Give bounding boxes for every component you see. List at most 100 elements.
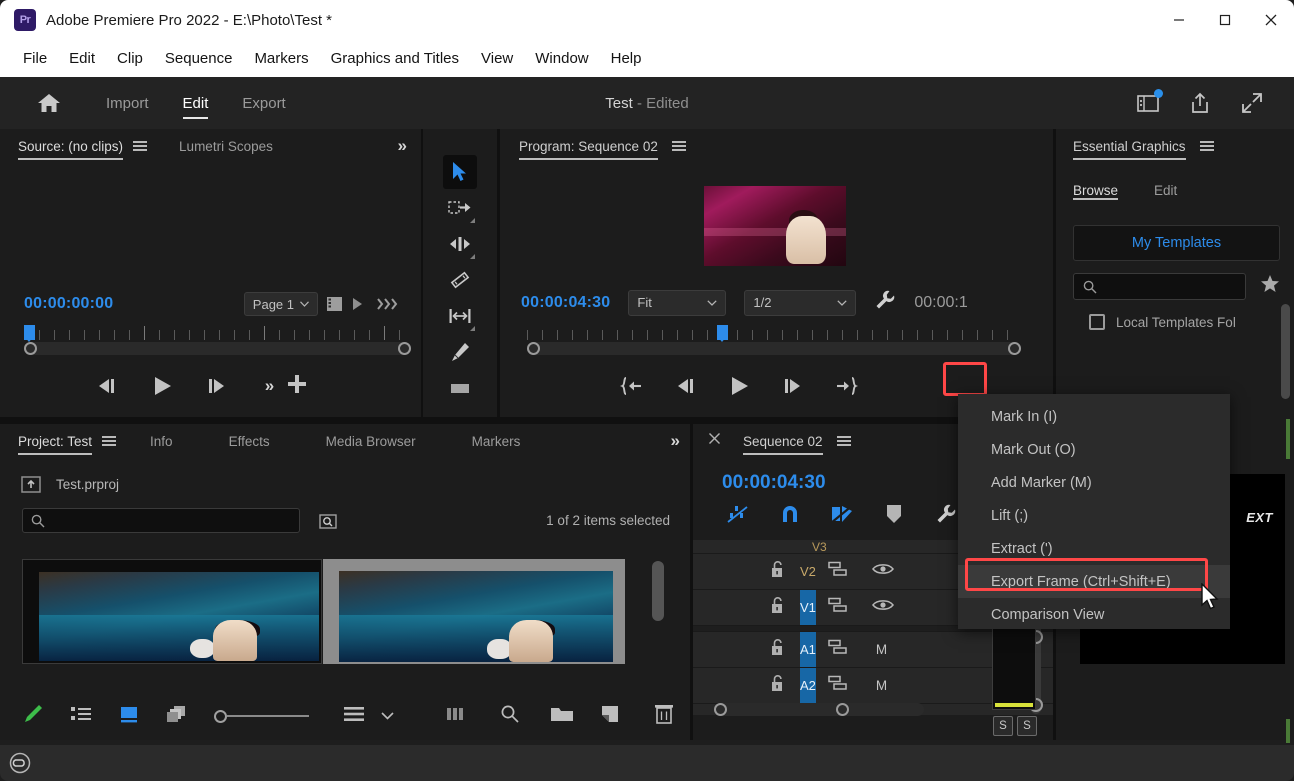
pen-tool[interactable] (443, 335, 477, 369)
share-icon[interactable] (1188, 91, 1212, 115)
zoom-handle-right[interactable] (398, 342, 411, 355)
solo-button-left[interactable]: S (993, 716, 1013, 736)
new-item-icon[interactable] (600, 704, 620, 729)
menu-item-mark-in[interactable]: Mark In (I) (958, 400, 1230, 433)
freeform-view-icon[interactable] (166, 704, 192, 729)
icon-view-icon[interactable] (118, 703, 140, 730)
solo-button-right[interactable]: S (1017, 716, 1037, 736)
program-zoom-scrollbar[interactable] (527, 342, 1021, 355)
divider-vertical-4[interactable] (690, 424, 693, 740)
find-icon[interactable] (500, 704, 520, 729)
menu-help[interactable]: Help (600, 46, 653, 71)
divider-vertical-1[interactable] (421, 129, 423, 417)
menu-item-mark-out[interactable]: Mark Out (O) (958, 433, 1230, 466)
timeline-title[interactable]: Sequence 02 (743, 424, 823, 458)
zoom-handle-left[interactable] (527, 342, 540, 355)
linked-selection-icon[interactable] (816, 502, 868, 526)
timeline-zoom-handle-left[interactable] (714, 703, 727, 716)
tab-effects[interactable]: Effects (229, 424, 270, 458)
creative-cloud-icon[interactable] (9, 752, 31, 774)
selection-tool[interactable] (443, 155, 477, 189)
menu-item-add-marker[interactable]: Add Marker (M) (958, 466, 1230, 499)
menu-view[interactable]: View (470, 46, 524, 71)
parent-folder-icon[interactable] (20, 474, 42, 494)
project-search-input[interactable] (22, 508, 300, 533)
templates-search-input[interactable] (1073, 273, 1246, 300)
source-add-button-icon[interactable] (286, 373, 308, 400)
play-small-icon[interactable] (351, 297, 363, 311)
sort-icon[interactable] (343, 706, 365, 727)
menu-window[interactable]: Window (524, 46, 599, 71)
list-view-icon[interactable] (70, 706, 92, 727)
project-breadcrumb-label[interactable]: Test.prproj (56, 477, 119, 492)
source-panel-overflow-icon[interactable]: » (398, 136, 408, 156)
home-icon[interactable] (36, 91, 62, 115)
program-time-ruler[interactable] (527, 324, 1021, 342)
clip-thumbnail-1[interactable] (22, 559, 322, 664)
minimize-button[interactable] (1156, 0, 1202, 40)
play-icon[interactable] (728, 376, 750, 396)
track-sync-lock-icon[interactable] (828, 639, 848, 660)
program-video-preview[interactable] (704, 186, 846, 266)
menu-edit[interactable]: Edit (58, 46, 106, 71)
chevron-down-icon[interactable] (381, 707, 394, 725)
track-sync-lock-icon[interactable] (828, 675, 848, 696)
essential-graphics-title[interactable]: Essential Graphics (1073, 129, 1186, 163)
project-panel-menu-icon[interactable] (102, 436, 117, 446)
track-name-v2[interactable]: V2 (800, 554, 816, 589)
fullscreen-icon[interactable] (1240, 91, 1264, 115)
essential-graphics-scrollbar[interactable] (1281, 304, 1290, 399)
rectangle-tool[interactable] (443, 371, 477, 405)
razor-tool[interactable] (443, 263, 477, 297)
tab-browse[interactable]: Browse (1073, 177, 1119, 203)
star-icon[interactable] (1260, 274, 1280, 299)
program-playhead[interactable] (717, 325, 728, 342)
slip-tool[interactable] (443, 299, 477, 333)
mark-in-icon[interactable] (620, 377, 644, 395)
my-templates-button[interactable]: My Templates (1073, 225, 1280, 261)
add-marker-icon[interactable] (868, 503, 920, 525)
project-zoom-slider[interactable] (214, 709, 309, 723)
source-playhead[interactable] (24, 325, 35, 342)
play-icon[interactable] (151, 376, 173, 396)
tab-edit[interactable]: Edit (1154, 177, 1177, 203)
menu-markers[interactable]: Markers (243, 46, 319, 71)
ripple-edit-tool[interactable] (443, 227, 477, 261)
lock-open-icon[interactable] (770, 596, 784, 619)
step-forward-icon[interactable] (780, 377, 804, 395)
step-back-icon[interactable] (674, 377, 698, 395)
automate-to-sequence-icon[interactable] (446, 706, 470, 727)
tab-source-no-clips[interactable]: Source: (no clips) (18, 129, 124, 163)
insert-overwrite-sequence-icon[interactable] (712, 502, 764, 526)
menu-file[interactable]: File (12, 46, 58, 71)
settings-wrench-icon[interactable] (874, 289, 896, 316)
essential-graphics-menu-icon[interactable] (1199, 141, 1214, 151)
timeline-panel-menu-icon[interactable] (836, 436, 851, 446)
tab-media-browser[interactable]: Media Browser (326, 424, 416, 458)
menu-item-lift[interactable]: Lift (;) (958, 499, 1230, 532)
tab-markers[interactable]: Markers (472, 424, 521, 458)
menu-graphics-and-titles[interactable]: Graphics and Titles (320, 46, 470, 71)
nav-tab-edit[interactable]: Edit (182, 77, 208, 129)
track-name-a1[interactable]: A1 (800, 632, 816, 667)
track-sync-lock-icon[interactable] (828, 561, 848, 582)
tab-project-test[interactable]: Project: Test (18, 424, 93, 458)
pen-highlight-icon[interactable] (22, 703, 44, 730)
page-select[interactable]: Page 1 (243, 292, 318, 316)
mute-track-button[interactable]: M (876, 642, 887, 657)
delete-icon[interactable] (654, 703, 674, 730)
local-templates-folder-row[interactable]: Local Templates Fol (1089, 314, 1294, 330)
lock-open-icon[interactable] (770, 638, 784, 661)
timeline-horizontal-scrollbar[interactable] (714, 703, 924, 716)
track-name-a2[interactable]: A2 (800, 668, 816, 703)
timeline-close-icon[interactable] (708, 432, 721, 450)
local-templates-checkbox[interactable] (1089, 314, 1105, 330)
nav-tab-export[interactable]: Export (242, 77, 285, 129)
step-back-icon[interactable] (95, 377, 121, 395)
resolution-select[interactable]: 1/2 (744, 289, 857, 316)
nav-tab-import[interactable]: Import (106, 77, 149, 129)
track-select-forward-tool[interactable] (443, 191, 477, 225)
toggle-track-output-icon[interactable] (871, 598, 894, 617)
menu-clip[interactable]: Clip (106, 46, 154, 71)
track-sync-lock-icon[interactable] (828, 597, 848, 618)
